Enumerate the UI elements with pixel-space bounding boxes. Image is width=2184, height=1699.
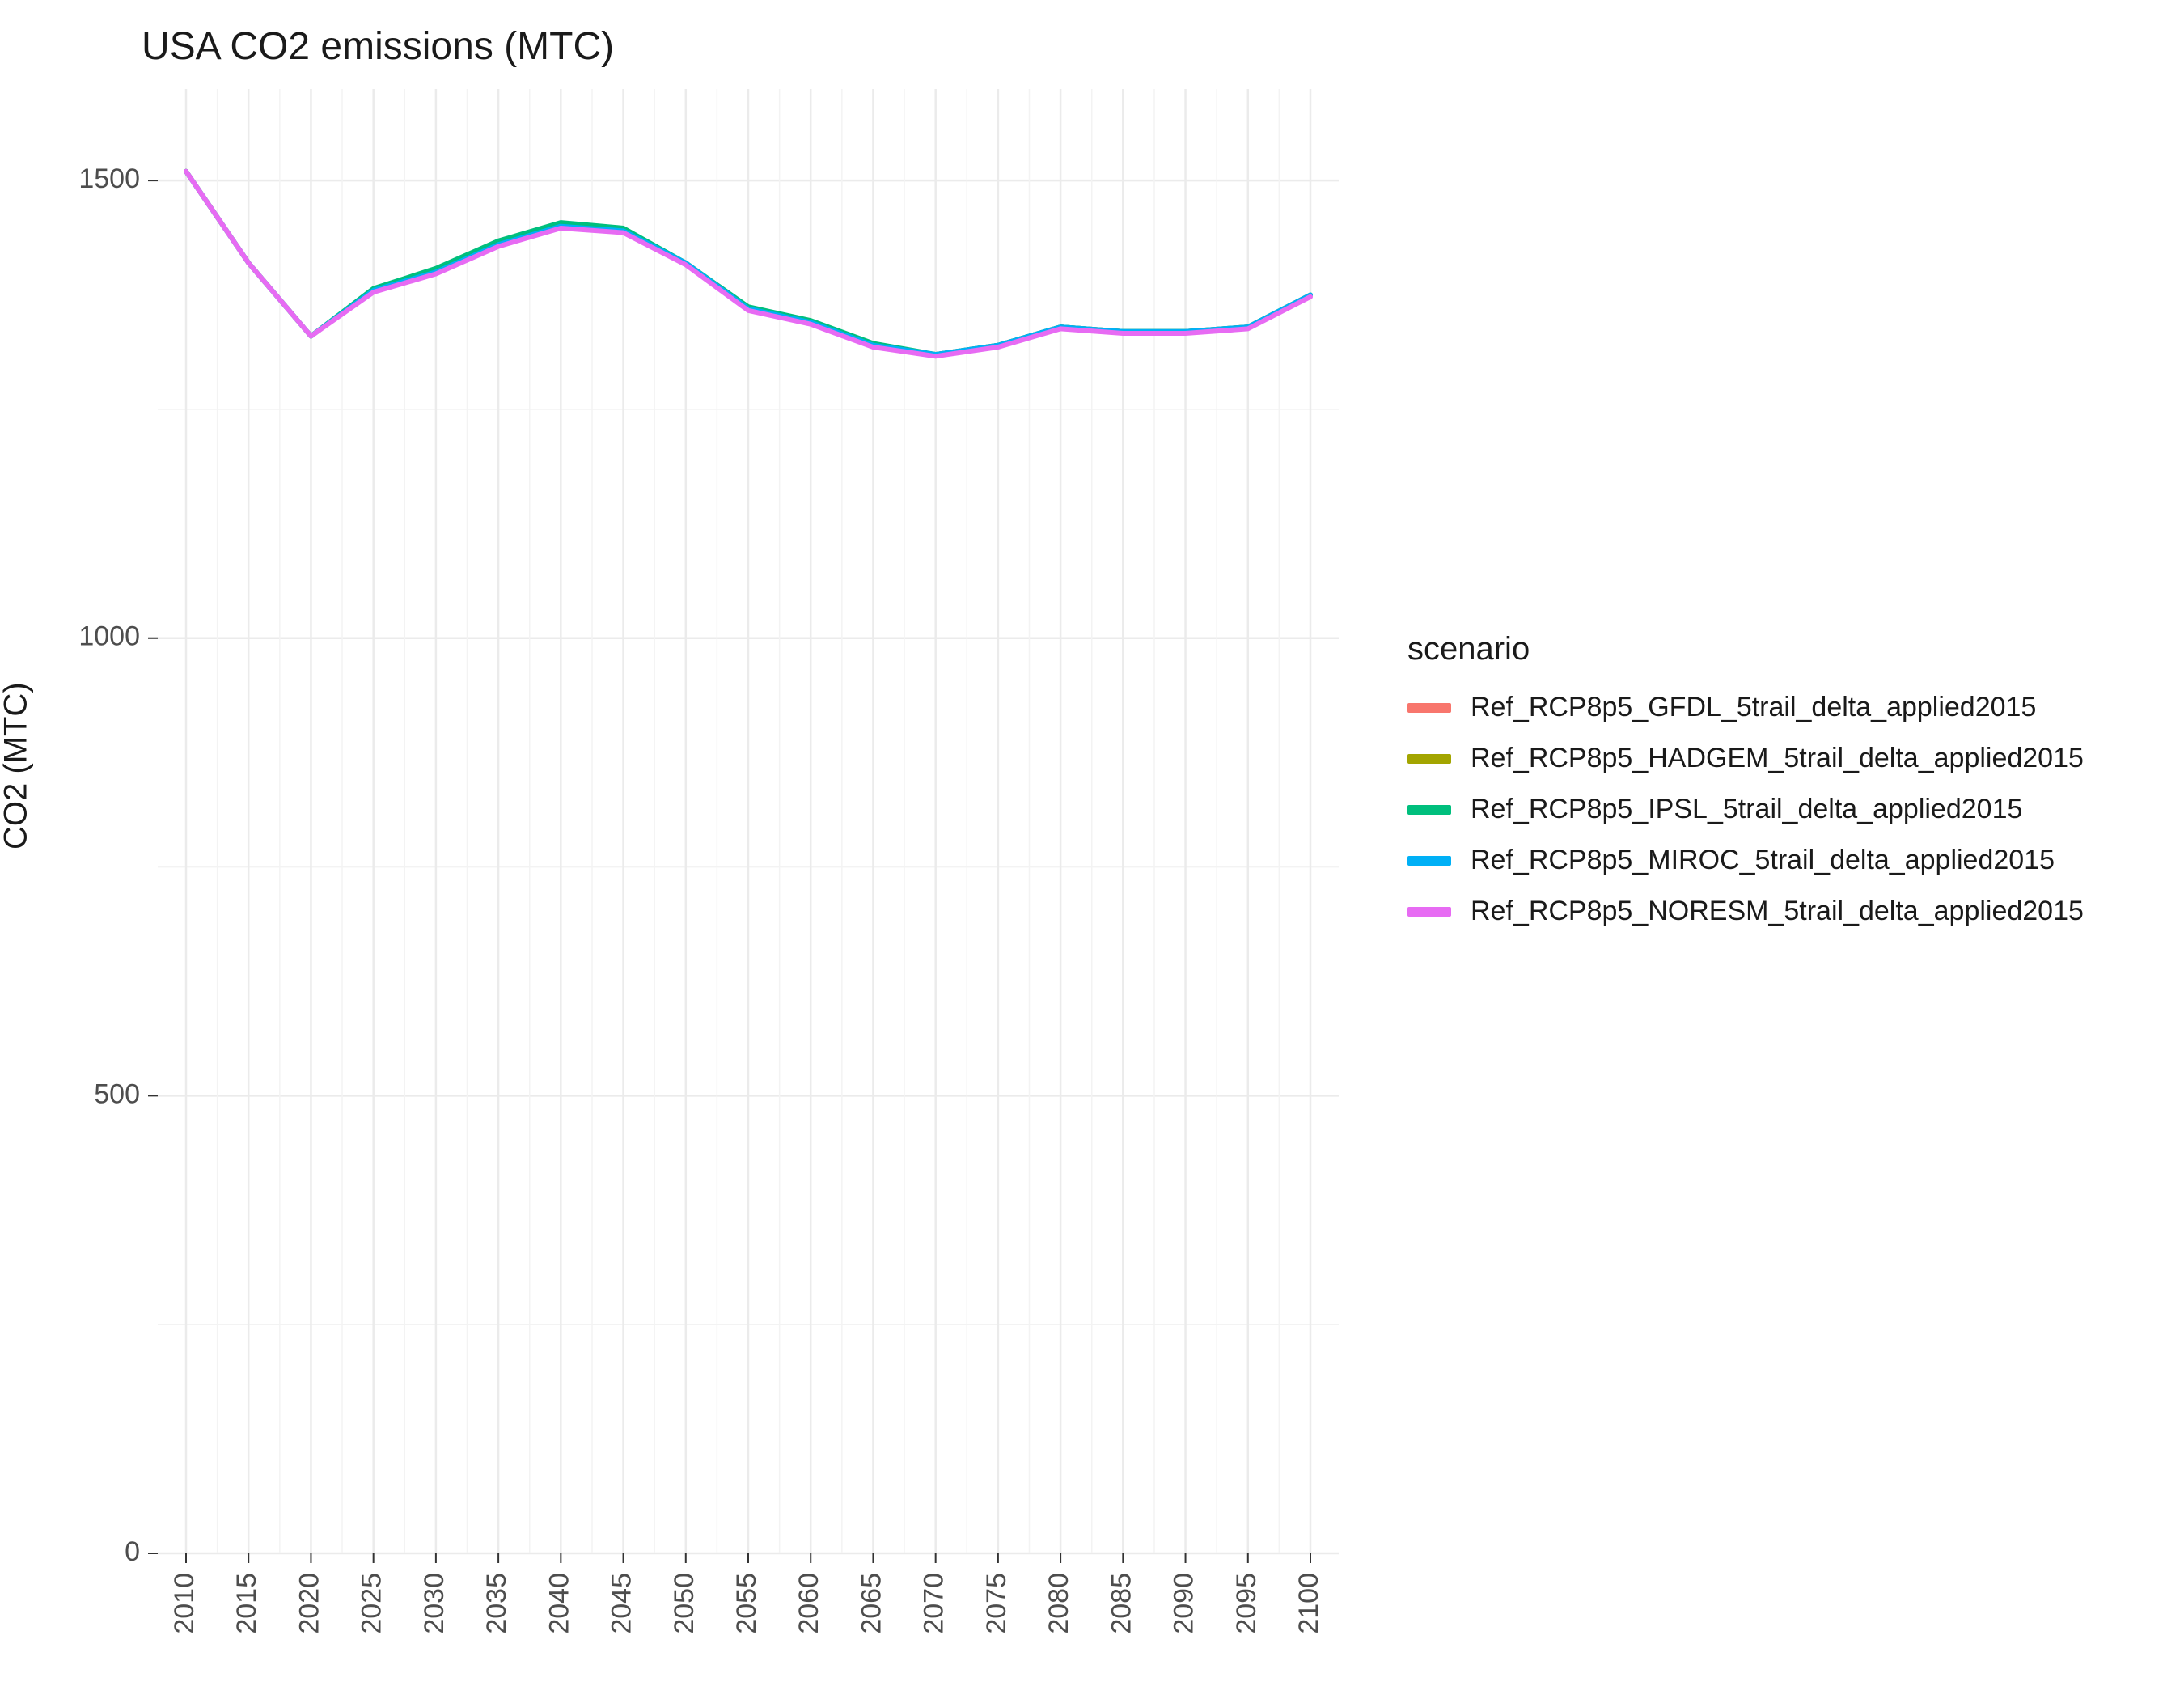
legend-item: Ref_RCP8p5_NORESM_5trail_delta_applied20… <box>1407 896 2084 927</box>
legend-swatch <box>1407 907 1451 917</box>
x-tick-label: 2080 <box>1043 1573 1074 1634</box>
legend-item: Ref_RCP8p5_MIROC_5trail_delta_applied201… <box>1407 845 2084 876</box>
legend-title: scenario <box>1407 631 2084 667</box>
x-tick-label: 2100 <box>1293 1573 1324 1634</box>
x-tick-label: 2090 <box>1169 1573 1200 1634</box>
x-tick-label: 2025 <box>357 1573 387 1634</box>
x-tick-label: 2085 <box>1106 1573 1136 1634</box>
legend-swatch <box>1407 805 1451 815</box>
chart-title: USA CO2 emissions (MTC) <box>142 24 614 69</box>
legend-item: Ref_RCP8p5_IPSL_5trail_delta_applied2015 <box>1407 794 2084 825</box>
x-tick-label: 2040 <box>544 1573 574 1634</box>
x-tick-label: 2030 <box>419 1573 450 1634</box>
x-tick-label: 2060 <box>794 1573 824 1634</box>
legend-label: Ref_RCP8p5_HADGEM_5trail_delta_applied20… <box>1471 743 2084 774</box>
x-tick-label: 2035 <box>481 1573 512 1634</box>
x-tick-label: 2050 <box>669 1573 700 1634</box>
legend-item: Ref_RCP8p5_HADGEM_5trail_delta_applied20… <box>1407 743 2084 774</box>
y-tick-label: 500 <box>94 1078 140 1109</box>
legend-label: Ref_RCP8p5_NORESM_5trail_delta_applied20… <box>1471 896 2084 927</box>
y-tick-label: 0 <box>125 1536 140 1567</box>
x-tick-label: 2075 <box>981 1573 1012 1634</box>
x-tick-label: 2020 <box>294 1573 324 1634</box>
x-tick-label: 2055 <box>731 1573 762 1634</box>
y-tick-label: 1500 <box>78 163 140 194</box>
legend-swatch <box>1407 754 1451 764</box>
x-tick-label: 2065 <box>856 1573 887 1634</box>
legend-swatch <box>1407 856 1451 866</box>
x-tick-label: 2015 <box>231 1573 262 1634</box>
x-tick-label: 2010 <box>169 1573 200 1634</box>
legend-label: Ref_RCP8p5_GFDL_5trail_delta_applied2015 <box>1471 692 2036 723</box>
chart-container: USA CO2 emissions (MTC) CO2 (MTC) 0 500 10… <box>0 0 2184 1699</box>
x-tick-label: 2045 <box>607 1573 637 1634</box>
legend-swatch <box>1407 703 1451 713</box>
y-tick-label: 1000 <box>78 621 140 652</box>
x-tick-label: 2070 <box>919 1573 950 1634</box>
x-tick-label: 2095 <box>1231 1573 1262 1634</box>
legend-label: Ref_RCP8p5_IPSL_5trail_delta_applied2015 <box>1471 794 2022 825</box>
legend-item: Ref_RCP8p5_GFDL_5trail_delta_applied2015 <box>1407 692 2084 723</box>
y-axis-label: CO2 (MTC) <box>0 682 35 850</box>
legend-label: Ref_RCP8p5_MIROC_5trail_delta_applied201… <box>1471 845 2055 876</box>
legend: scenario Ref_RCP8p5_GFDL_5trail_delta_ap… <box>1407 631 2084 947</box>
